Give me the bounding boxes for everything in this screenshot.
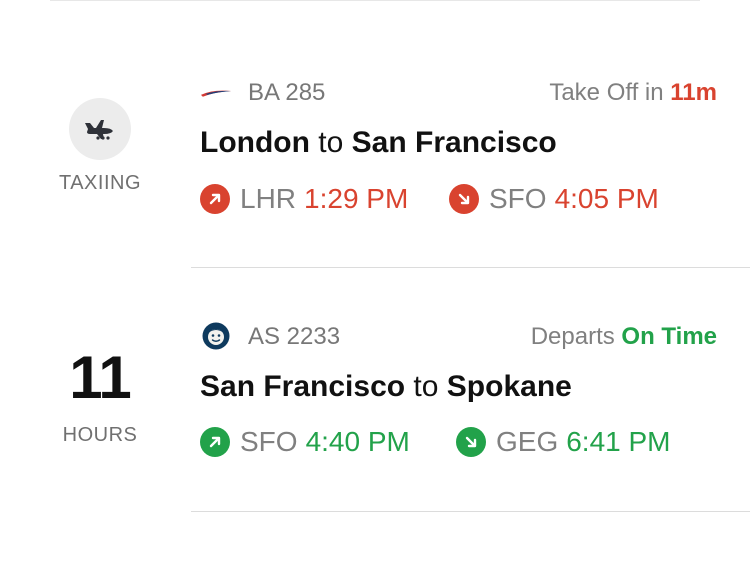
route-title: San Francisco to Spokane <box>200 370 572 404</box>
destination-city: San Francisco <box>351 126 557 159</box>
arrival-info: SFO 4:05 PM <box>449 183 659 215</box>
route-title: London to San Francisco <box>200 126 557 160</box>
arrival-arrow-icon <box>456 427 486 457</box>
arrival-info: GEG 6:41 PM <box>456 426 671 458</box>
departure-time: 4:40 PM <box>305 426 410 457</box>
flight-status-column: TAXIING <box>48 98 152 195</box>
alaska-airlines-logo <box>200 321 232 351</box>
route-connector: to <box>413 370 439 403</box>
departure-arrow-icon <box>200 184 230 214</box>
flight-status: Take Off in 11m <box>549 79 717 107</box>
status-prefix: Departs <box>530 323 615 350</box>
departure-info: LHR 1:29 PM <box>200 183 408 215</box>
time-until-number: 11 <box>69 344 131 411</box>
destination-city: Spokane <box>446 370 572 403</box>
arrival-airport-code: SFO <box>489 183 547 214</box>
flight-status-column: 11 HOURS <box>48 348 152 447</box>
time-until-unit: HOURS <box>62 424 138 446</box>
status-prefix: Take Off in <box>549 79 664 106</box>
flight-card-ba285[interactable]: TAXIING BA 285 Take Off in 11m London to… <box>0 0 750 268</box>
flight-number: BA 285 <box>248 79 326 106</box>
origin-city: San Francisco <box>200 370 406 403</box>
origin-city: London <box>200 126 310 159</box>
departure-airport-code: LHR <box>240 183 297 214</box>
arrival-airport-code: GEG <box>496 426 559 457</box>
plane-taxiing-icon <box>69 98 131 160</box>
arrival-time: 6:41 PM <box>566 426 671 457</box>
flight-header: AS 2233 Departs On Time <box>200 321 717 351</box>
route-connector: to <box>318 126 344 159</box>
british-airways-logo <box>200 77 232 107</box>
flight-number: AS 2233 <box>248 323 341 350</box>
flight-header: BA 285 Take Off in 11m <box>200 77 717 107</box>
flight-card-as2233[interactable]: 11 HOURS AS 2233 Departs On Time San Fra… <box>0 268 750 512</box>
status-label: TAXIING <box>58 172 142 194</box>
departure-time: 1:29 PM <box>304 183 409 214</box>
departure-arrow-icon <box>200 427 230 457</box>
flight-divider <box>191 511 750 512</box>
flight-status: Departs On Time <box>531 323 717 351</box>
departure-info: SFO 4:40 PM <box>200 426 410 458</box>
arrival-time: 4:05 PM <box>554 183 659 214</box>
status-value: On Time <box>621 323 717 350</box>
departure-airport-code: SFO <box>240 426 298 457</box>
arrival-arrow-icon <box>449 184 479 214</box>
status-value: 11m <box>670 79 717 106</box>
